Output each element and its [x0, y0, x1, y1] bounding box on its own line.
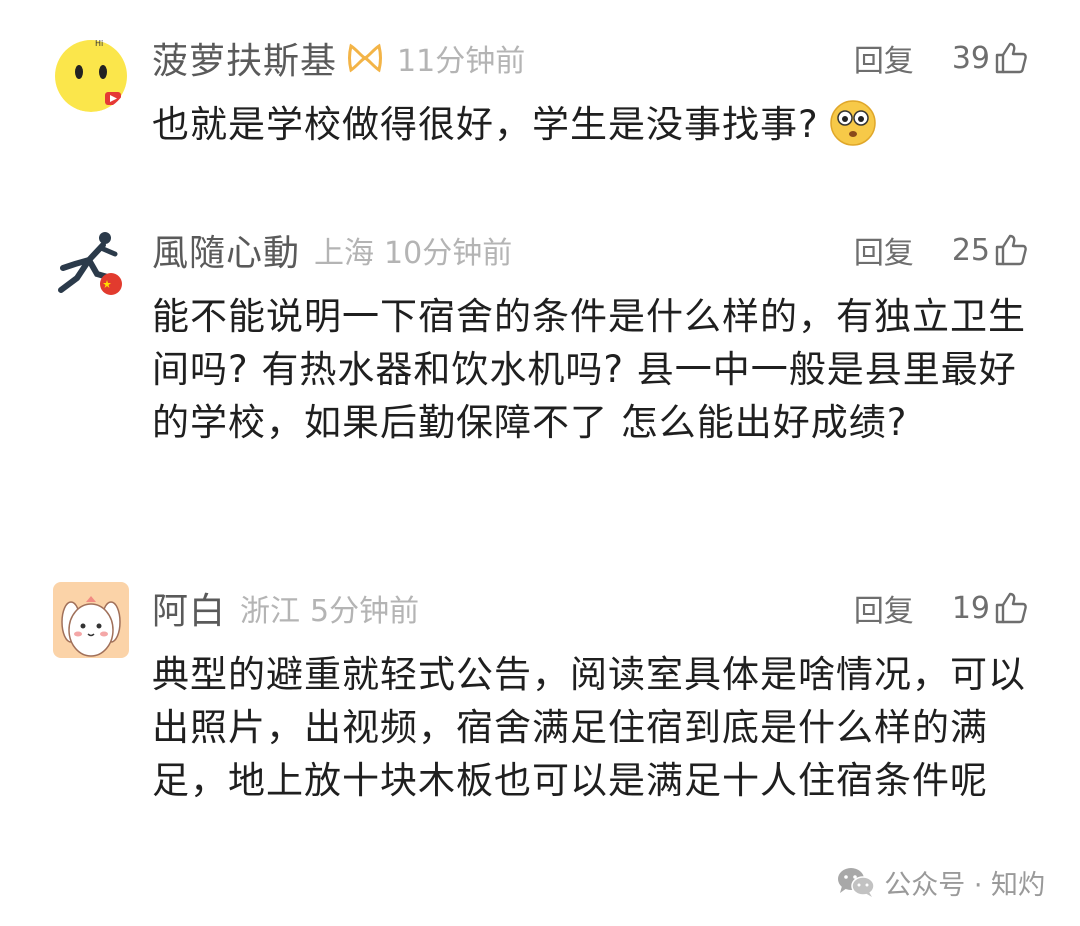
comment-time: 11分钟前: [397, 44, 526, 79]
comment-text: 典型的避重就轻式公告，阅读室具体是啥情况，可以出照片，出视频，宿舍满足住宿到底是…: [152, 653, 1026, 802]
bunny-avatar-icon: [53, 582, 129, 658]
ribbon-badge-icon: [347, 42, 383, 74]
like-count: 19: [951, 590, 990, 626]
watermark-text: 公众号 · 知灼: [884, 869, 1045, 901]
thumbs-up-icon[interactable]: [994, 41, 1028, 75]
avatar[interactable]: Hi: [53, 36, 129, 112]
reply-button[interactable]: 回复: [854, 36, 914, 80]
comment-text: 也就是学校做得很好，学生是没事找事?: [152, 98, 1032, 151]
comment-text: 能不能说明一下宿舍的条件是什么样的，有独立卫生间吗? 有热水器和饮水机吗? 县一…: [152, 295, 1026, 444]
comment-time: 10分钟前: [384, 236, 513, 271]
comment-time: 5分钟前: [310, 594, 420, 629]
reply-button[interactable]: 回复: [854, 586, 914, 630]
svg-text:Hi: Hi: [95, 39, 103, 48]
like-count: 39: [951, 40, 990, 76]
wechat-icon: [838, 868, 875, 897]
watermark: 公众号 · 知灼: [836, 862, 1045, 902]
username[interactable]: 風隨心動: [152, 224, 300, 276]
thumbs-up-icon[interactable]: [994, 591, 1028, 625]
surprised-face-emoji-icon: [829, 99, 877, 147]
like-count: 25: [951, 232, 990, 268]
comment-location: 浙江: [240, 594, 301, 629]
comment-text-body: 也就是学校做得很好，学生是没事找事?: [152, 103, 819, 146]
avatar[interactable]: [53, 228, 129, 304]
comment-location: 上海: [314, 236, 375, 271]
avatar[interactable]: [53, 582, 129, 658]
reply-button[interactable]: 回复: [854, 228, 914, 272]
username[interactable]: 阿白: [152, 582, 226, 634]
thumbs-up-icon[interactable]: [994, 233, 1028, 267]
smiley-avatar-icon: Hi: [53, 36, 129, 112]
username[interactable]: 菠萝扶斯基: [152, 32, 337, 84]
runner-avatar-icon: [53, 228, 129, 304]
